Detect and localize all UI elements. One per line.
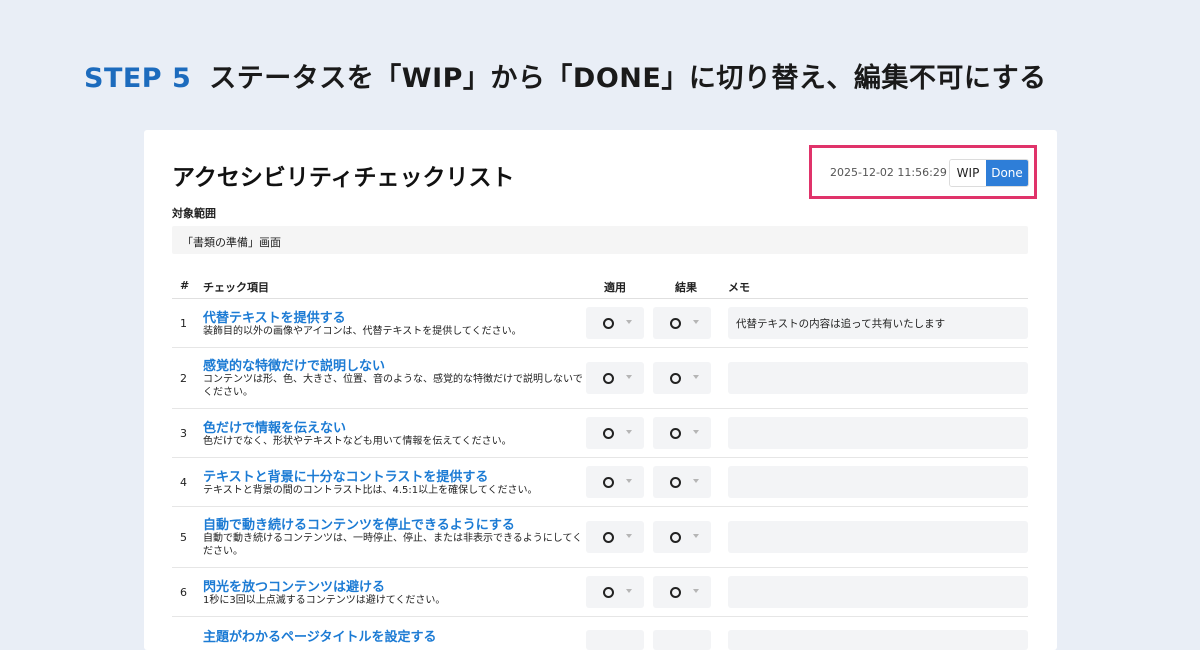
page-title: アクセシビリティチェックリスト <box>172 165 515 191</box>
row-description: 自動で動き続けるコンテンツは、一時停止、停止、または非表示できるようにしてくださ… <box>203 533 583 557</box>
chevron-down-icon <box>626 589 632 593</box>
row-number: 3 <box>180 427 187 440</box>
apply-select[interactable] <box>586 417 644 449</box>
circle-icon <box>670 532 681 543</box>
row-title[interactable]: 自動で動き続けるコンテンツを停止できるようにする <box>203 514 515 533</box>
result-select[interactable] <box>653 630 711 650</box>
scope-field: 「書類の準備」画面 <box>172 226 1028 254</box>
table-row: 3 色だけで情報を伝えない 色だけでなく、形状やテキストなども用いて情報を伝えて… <box>172 409 1028 458</box>
header-apply: 適用 <box>604 281 626 294</box>
chevron-down-icon <box>693 375 699 379</box>
row-description: コンテンツは形、色、大きさ、位置、音のような、感覚的な特徴だけで説明しないでくだ… <box>203 374 583 398</box>
chevron-down-icon <box>626 375 632 379</box>
row-title[interactable]: 色だけで情報を伝えない <box>203 417 346 436</box>
step-label: STEP 5 <box>84 63 192 94</box>
scope-label: 対象範囲 <box>172 207 216 220</box>
status-highlight-box: 2025-12-02 11:56:29 WIP Done <box>809 145 1037 199</box>
table-header: # チェック項目 適用 結果 メモ <box>172 275 1028 299</box>
apply-select[interactable] <box>586 630 644 650</box>
circle-icon <box>603 477 614 488</box>
circle-icon <box>670 373 681 384</box>
memo-field[interactable] <box>728 362 1028 394</box>
chevron-down-icon <box>626 430 632 434</box>
row-number: 6 <box>180 586 187 599</box>
chevron-down-icon <box>626 479 632 483</box>
timestamp: 2025-12-02 11:56:29 <box>830 166 947 179</box>
circle-icon <box>670 477 681 488</box>
memo-field[interactable] <box>728 576 1028 608</box>
chevron-down-icon <box>626 320 632 324</box>
row-number: 1 <box>180 317 187 330</box>
result-select[interactable] <box>653 307 711 339</box>
row-number: 5 <box>180 531 187 544</box>
row-title[interactable]: 感覚的な特徴だけで説明しない <box>203 355 385 374</box>
memo-field[interactable] <box>728 630 1028 650</box>
wip-button[interactable]: WIP <box>950 160 986 186</box>
row-title[interactable]: 主題がわかるページタイトルを設定する <box>203 626 436 645</box>
apply-select[interactable] <box>586 362 644 394</box>
result-select[interactable] <box>653 521 711 553</box>
circle-icon <box>670 318 681 329</box>
chevron-down-icon <box>693 430 699 434</box>
apply-select[interactable] <box>586 521 644 553</box>
circle-icon <box>603 318 614 329</box>
header-num: # <box>180 279 190 292</box>
chevron-down-icon <box>693 479 699 483</box>
row-number: 4 <box>180 476 187 489</box>
apply-select[interactable] <box>586 576 644 608</box>
circle-icon <box>603 373 614 384</box>
done-button[interactable]: Done <box>986 160 1028 186</box>
memo-field[interactable] <box>728 417 1028 449</box>
apply-select[interactable] <box>586 307 644 339</box>
header-result: 結果 <box>675 281 697 294</box>
chevron-down-icon <box>693 589 699 593</box>
result-select[interactable] <box>653 362 711 394</box>
row-title[interactable]: 代替テキストを提供する <box>203 307 346 326</box>
table-row: 4 テキストと背景に十分なコントラストを提供する テキストと背景の間のコントラス… <box>172 458 1028 507</box>
row-title[interactable]: テキストと背景に十分なコントラストを提供する <box>203 466 488 485</box>
checklist-card: アクセシビリティチェックリスト 2025-12-02 11:56:29 WIP … <box>144 130 1057 650</box>
status-toggle: WIP Done <box>949 159 1029 187</box>
result-select[interactable] <box>653 466 711 498</box>
memo-field[interactable]: 代替テキストの内容は追って共有いたします <box>728 307 1028 339</box>
result-select[interactable] <box>653 417 711 449</box>
circle-icon <box>670 587 681 598</box>
table-row: 5 自動で動き続けるコンテンツを停止できるようにする 自動で動き続けるコンテンツ… <box>172 507 1028 568</box>
chevron-down-icon <box>693 534 699 538</box>
memo-field[interactable] <box>728 466 1028 498</box>
circle-icon <box>603 532 614 543</box>
header-memo: メモ <box>728 281 750 294</box>
table-row: 1 代替テキストを提供する 装飾目的以外の画像やアイコンは、代替テキストを提供し… <box>172 299 1028 348</box>
chevron-down-icon <box>626 534 632 538</box>
apply-select[interactable] <box>586 466 644 498</box>
header-item: チェック項目 <box>203 281 269 294</box>
circle-icon <box>603 587 614 598</box>
row-number: 2 <box>180 372 187 385</box>
row-description: 色だけでなく、形状やテキストなども用いて情報を伝えてください。 <box>203 436 512 447</box>
step-text: ステータスを「WIP」から「DONE」に切り替え、編集不可にする <box>209 63 1047 94</box>
memo-field[interactable] <box>728 521 1028 553</box>
circle-icon <box>603 428 614 439</box>
step-heading: STEP 5 ステータスを「WIP」から「DONE」に切り替え、編集不可にする <box>84 56 1047 95</box>
row-description: 装飾目的以外の画像やアイコンは、代替テキストを提供してください。 <box>203 326 522 337</box>
table-row: 6 閃光を放つコンテンツは避ける 1秒に3回以上点滅するコンテンツは避けてくださ… <box>172 568 1028 617</box>
row-description: テキストと背景の間のコントラスト比は、4.5:1以上を確保してください。 <box>203 485 538 496</box>
row-description: 1秒に3回以上点滅するコンテンツは避けてください。 <box>203 595 446 606</box>
circle-icon <box>670 428 681 439</box>
table-row: 2 感覚的な特徴だけで説明しない コンテンツは形、色、大きさ、位置、音のような、… <box>172 348 1028 409</box>
result-select[interactable] <box>653 576 711 608</box>
row-title[interactable]: 閃光を放つコンテンツは避ける <box>203 576 385 595</box>
chevron-down-icon <box>693 320 699 324</box>
